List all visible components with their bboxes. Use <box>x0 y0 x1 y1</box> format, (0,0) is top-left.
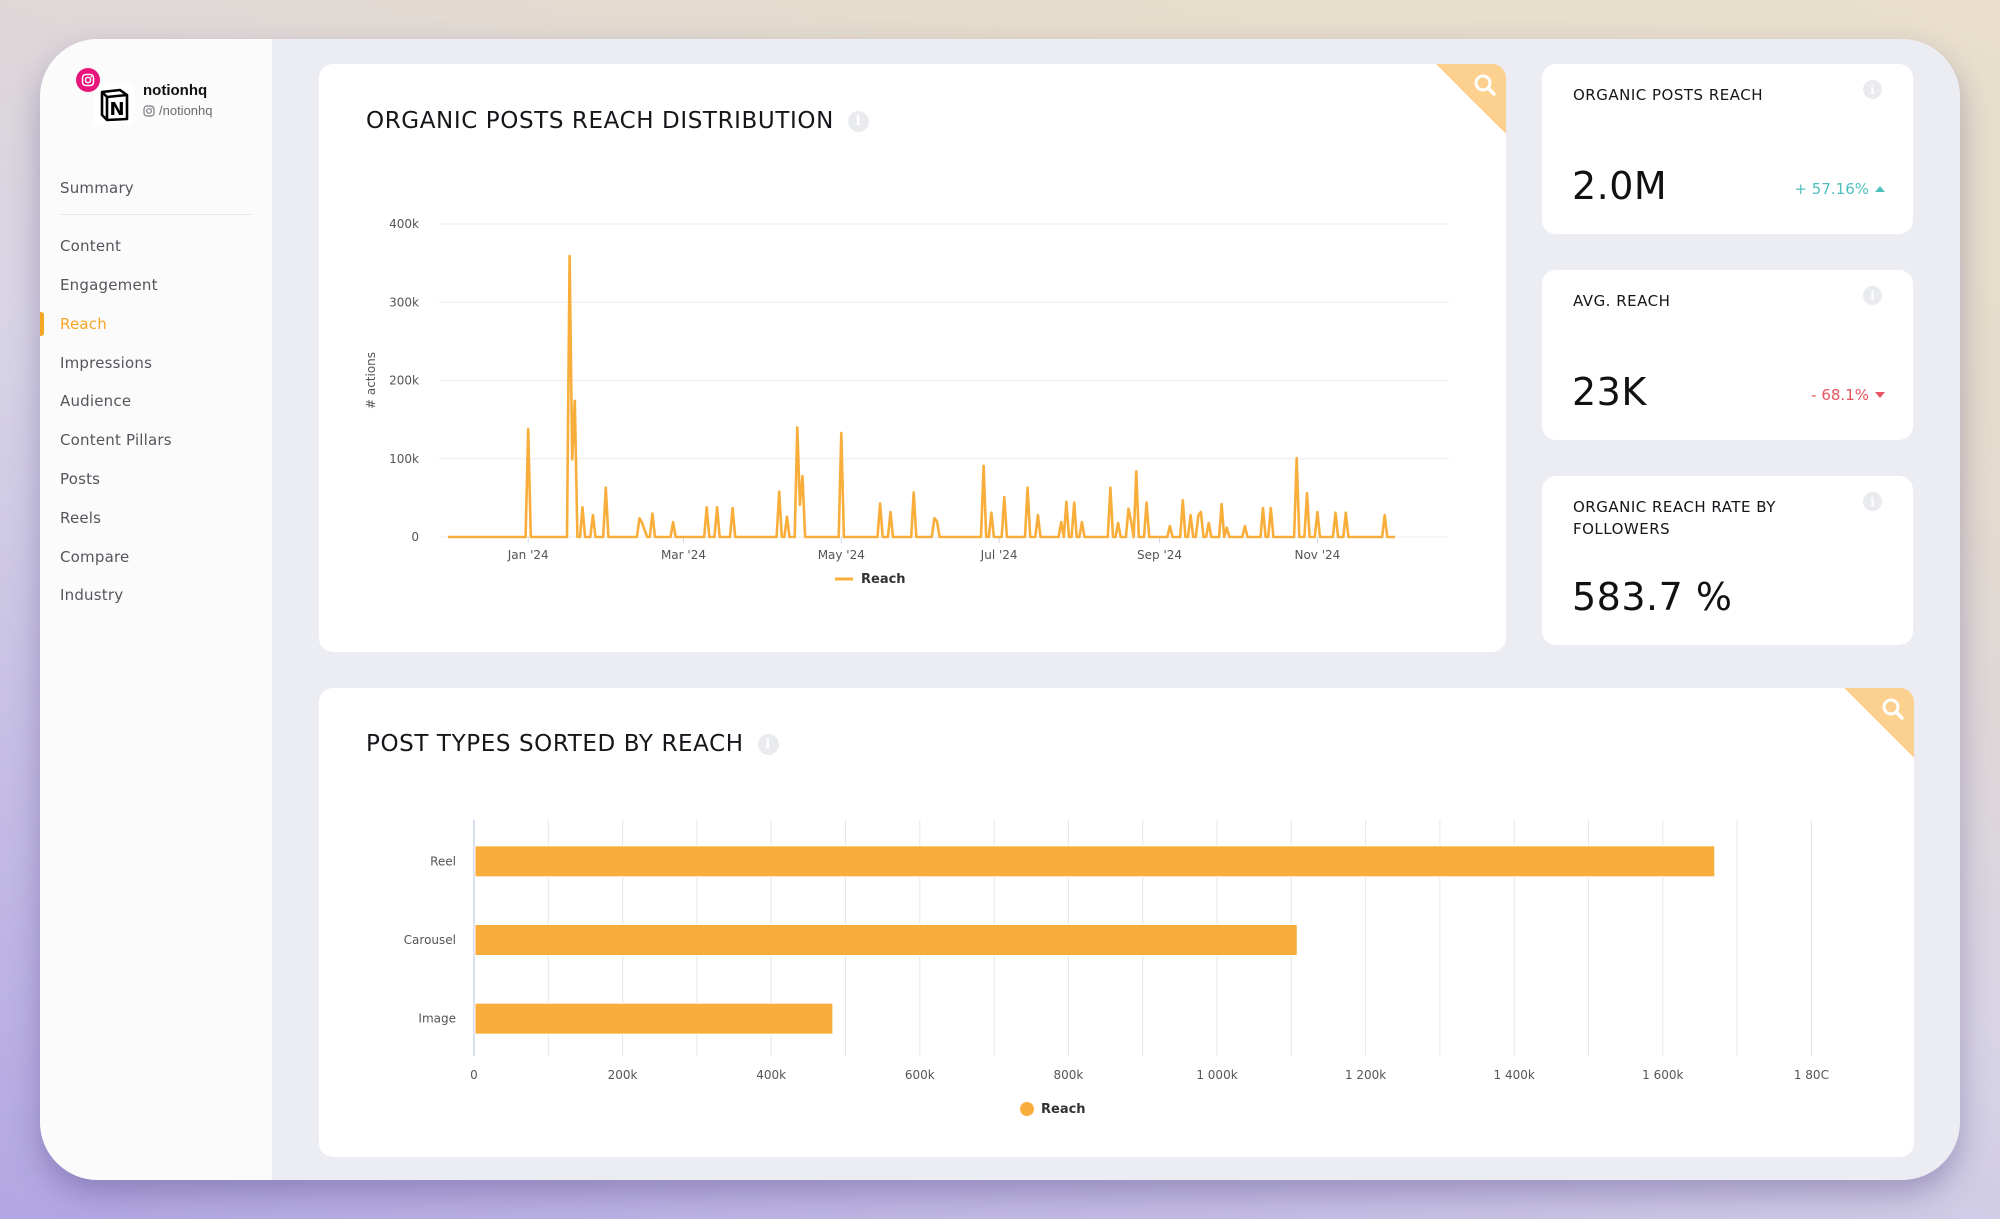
y-tick-label: 400k <box>389 217 419 231</box>
sidebar-nav: Summary Content Engagement Reach Impress… <box>40 169 272 615</box>
triangle-up-icon <box>1875 186 1885 192</box>
sidebar-item-posts[interactable]: Posts <box>40 460 272 499</box>
reach-series-line <box>448 254 1395 539</box>
y-tick-label: 100k <box>389 452 419 466</box>
svg-text:N: N <box>109 99 124 120</box>
sidebar-item-reels[interactable]: Reels <box>40 498 272 537</box>
kpi-delta: + 57.16% <box>1794 180 1885 198</box>
kpi-value: 2.0M <box>1572 164 1668 208</box>
kpi-card-organic-posts-reach: ORGANIC POSTS REACH i 2.0M + 57.16% <box>1542 64 1913 234</box>
kpi-delta-value: + 57.16% <box>1794 180 1869 198</box>
x-tick-label: 800k <box>1053 1068 1083 1082</box>
kpi-title: ORGANIC REACH RATE BY FOLLOWERS <box>1573 498 1776 538</box>
y-axis-label: # actions <box>364 352 378 409</box>
sidebar-item-label: Content Pillars <box>60 431 172 450</box>
sidebar-item-label: Industry <box>60 586 124 605</box>
profile-name: notionhq <box>143 82 208 99</box>
post-types-card: POST TYPES SORTED BY REACH i 0 200k 400k 60… <box>319 688 1914 1157</box>
x-tick-label: 1 600k <box>1642 1068 1683 1082</box>
kpi-title: AVG. REACH <box>1573 292 1671 310</box>
category-label: Image <box>418 1012 456 1026</box>
category-label: Reel <box>430 854 456 868</box>
notion-logo-avatar: N <box>94 84 134 124</box>
info-icon[interactable]: i <box>1863 492 1882 511</box>
sidebar-item-label: Engagement <box>60 275 158 294</box>
reach-distribution-card: ORGANIC POSTS REACH DISTRIBUTION i 0 100k… <box>319 64 1506 652</box>
sidebar-item-label: Summary <box>60 179 134 198</box>
legend-dot-swatch <box>1020 1102 1034 1116</box>
y-tick-label: 200k <box>389 374 419 388</box>
sidebar-divider <box>60 213 252 215</box>
sidebar-item-audience[interactable]: Audience <box>40 382 272 421</box>
sidebar-item-label: Compare <box>60 547 130 566</box>
sidebar-item-reach[interactable]: Reach <box>40 304 272 343</box>
sidebar-item-label: Reach <box>60 314 107 333</box>
kpi-value: 583.7 % <box>1572 575 1733 619</box>
kpi-delta-value: - 68.1% <box>1811 386 1869 404</box>
x-tick-label: May '24 <box>818 548 865 562</box>
x-tick-label: 600k <box>905 1068 935 1082</box>
legend-label: Reach <box>861 572 906 587</box>
profile-header[interactable]: N notionhq /notionhq <box>70 56 270 126</box>
sidebar-item-label: Posts <box>60 469 101 488</box>
x-tick-label: 1 80C <box>1794 1068 1829 1082</box>
triangle-down-icon <box>1875 392 1885 398</box>
x-tick-label: Jul '24 <box>980 548 1018 562</box>
kpi-card-organic-reach-rate: ORGANIC REACH RATE BY FOLLOWERS i 583.7 … <box>1542 476 1913 645</box>
kpi-title: ORGANIC POSTS REACH <box>1573 86 1763 104</box>
post-types-bar-chart: 0 200k 400k 600k 800k 1 000k 1 200k 1 400k 1 600… <box>404 820 1829 1117</box>
sidebar-item-engagement[interactable]: Engagement <box>40 266 272 305</box>
sidebar-item-label: Impressions <box>60 353 153 372</box>
x-tick-label: 1 200k <box>1345 1068 1386 1082</box>
instagram-small-icon <box>143 104 155 117</box>
kpi-card-avg-reach: AVG. REACH i 23K - 68.1% <box>1542 270 1913 440</box>
category-label: Carousel <box>404 933 456 947</box>
bar-reel <box>474 845 1716 878</box>
sidebar-item-compare[interactable]: Compare <box>40 537 272 576</box>
bar-carousel <box>474 924 1298 956</box>
profile-handle-text: /notionhq <box>159 103 213 118</box>
x-tick-label: 1 400k <box>1494 1068 1535 1082</box>
kpi-value: 23K <box>1572 370 1647 414</box>
y-tick-label: 300k <box>389 295 419 309</box>
bar-image <box>474 1002 834 1035</box>
sidebar-item-summary[interactable]: Summary <box>40 169 272 208</box>
reach-line-chart: 0 100k 200k 300k 400k # actions Jan '24 Mar '24… <box>364 217 1449 587</box>
x-tick-label: 200k <box>608 1068 638 1082</box>
x-tick-label: Jan '24 <box>507 548 549 562</box>
x-tick-label: 400k <box>756 1068 786 1082</box>
sidebar-item-label: Audience <box>60 392 132 411</box>
profile-handle: /notionhq <box>143 103 213 118</box>
sidebar-item-impressions[interactable]: Impressions <box>40 343 272 382</box>
x-tick-label: 0 <box>470 1068 478 1082</box>
sidebar-item-label: Reels <box>60 508 102 527</box>
app-window: N notionhq /notionhq Summary Content Eng… <box>40 39 1960 1180</box>
x-tick-label: Mar '24 <box>661 548 706 562</box>
legend-label: Reach <box>1041 1102 1086 1117</box>
instagram-icon <box>76 68 100 92</box>
x-tick-label: Nov '24 <box>1294 548 1340 562</box>
info-icon[interactable]: i <box>1863 286 1882 305</box>
info-icon[interactable]: i <box>1863 80 1882 99</box>
x-tick-label: 1 000k <box>1196 1068 1237 1082</box>
kpi-delta: - 68.1% <box>1811 386 1885 404</box>
sidebar-item-industry[interactable]: Industry <box>40 576 272 615</box>
sidebar-item-content[interactable]: Content <box>40 227 272 266</box>
sidebar-item-label: Content <box>60 237 122 256</box>
x-tick-label: Sep '24 <box>1137 548 1182 562</box>
y-tick-label: 0 <box>411 530 419 544</box>
sidebar: N notionhq /notionhq Summary Content Eng… <box>40 39 272 1180</box>
sidebar-item-content-pillars[interactable]: Content Pillars <box>40 421 272 460</box>
